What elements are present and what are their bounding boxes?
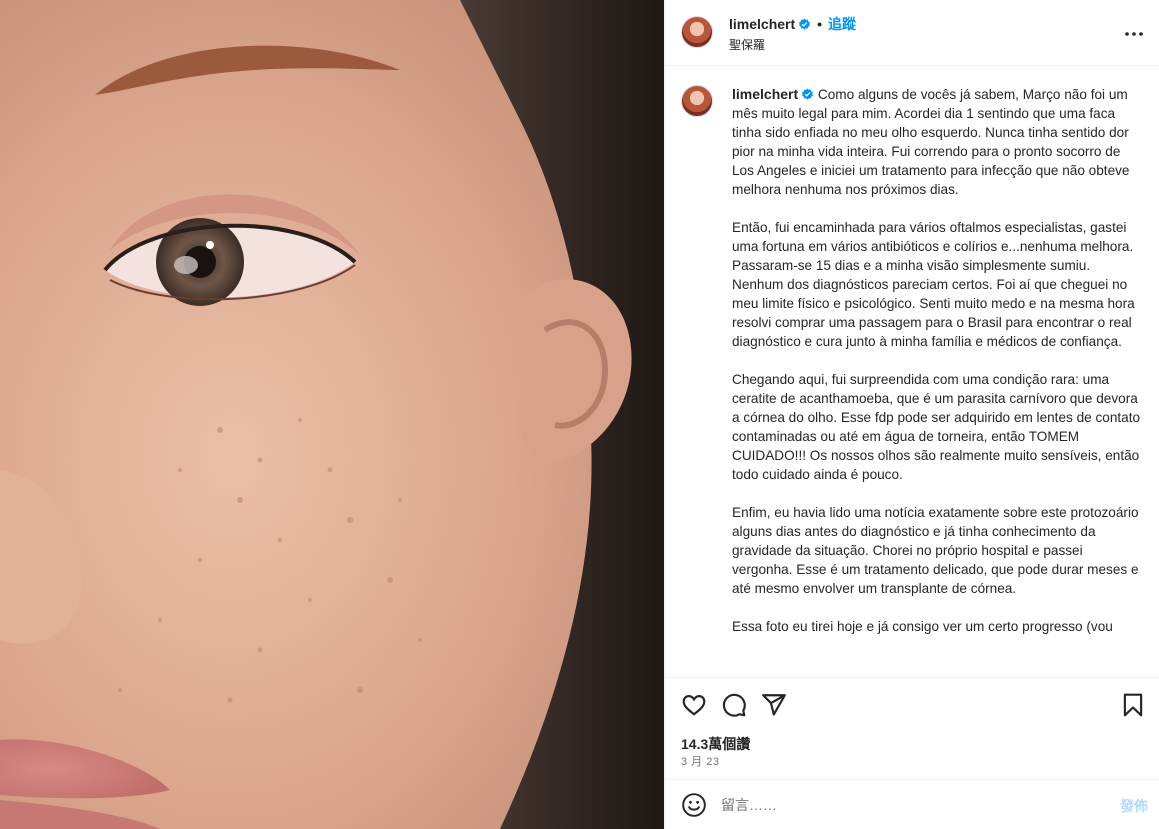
avatar[interactable] xyxy=(681,16,713,48)
likes-count[interactable]: 14.3萬個讚 xyxy=(681,734,750,754)
action-bar: 14.3萬個讚 3 月 23 xyxy=(665,677,1159,779)
comment-input[interactable] xyxy=(721,790,1101,820)
post-caption: limelchert Como alguns de vocês já sabem… xyxy=(732,85,1142,636)
caption-username[interactable]: limelchert xyxy=(732,86,798,102)
post-side-panel: limelchert • 追蹤 聖保羅 limelchert Como alguns… xyxy=(664,0,1159,829)
follow-button[interactable]: 追蹤 xyxy=(828,16,856,32)
face-closeup-image xyxy=(0,0,664,829)
more-options-icon[interactable] xyxy=(1122,22,1146,46)
verified-badge-icon xyxy=(799,18,811,30)
verified-badge-icon xyxy=(802,88,814,100)
heart-icon[interactable] xyxy=(681,692,707,718)
post-header: limelchert • 追蹤 聖保羅 xyxy=(665,0,1159,66)
caption-avatar[interactable] xyxy=(681,85,713,117)
emoji-icon[interactable] xyxy=(681,792,707,818)
post-comment-button[interactable]: 發佈 xyxy=(1120,796,1148,816)
location-label[interactable]: 聖保羅 xyxy=(729,36,765,53)
post-photo[interactable] xyxy=(0,0,664,829)
caption-scroll-area[interactable]: limelchert Como alguns de vocês já sabem… xyxy=(665,67,1159,677)
bookmark-icon[interactable] xyxy=(1120,692,1146,718)
caption-text: Como alguns de vocês já sabem, Março não… xyxy=(732,87,1141,634)
username-link[interactable]: limelchert xyxy=(729,16,795,32)
comment-icon[interactable] xyxy=(721,692,747,718)
comment-bar: 發佈 xyxy=(665,779,1159,829)
share-icon[interactable] xyxy=(761,692,787,718)
header-user-line: limelchert • 追蹤 xyxy=(729,14,856,34)
separator-dot: • xyxy=(817,16,823,32)
post-date[interactable]: 3 月 23 xyxy=(681,753,719,769)
